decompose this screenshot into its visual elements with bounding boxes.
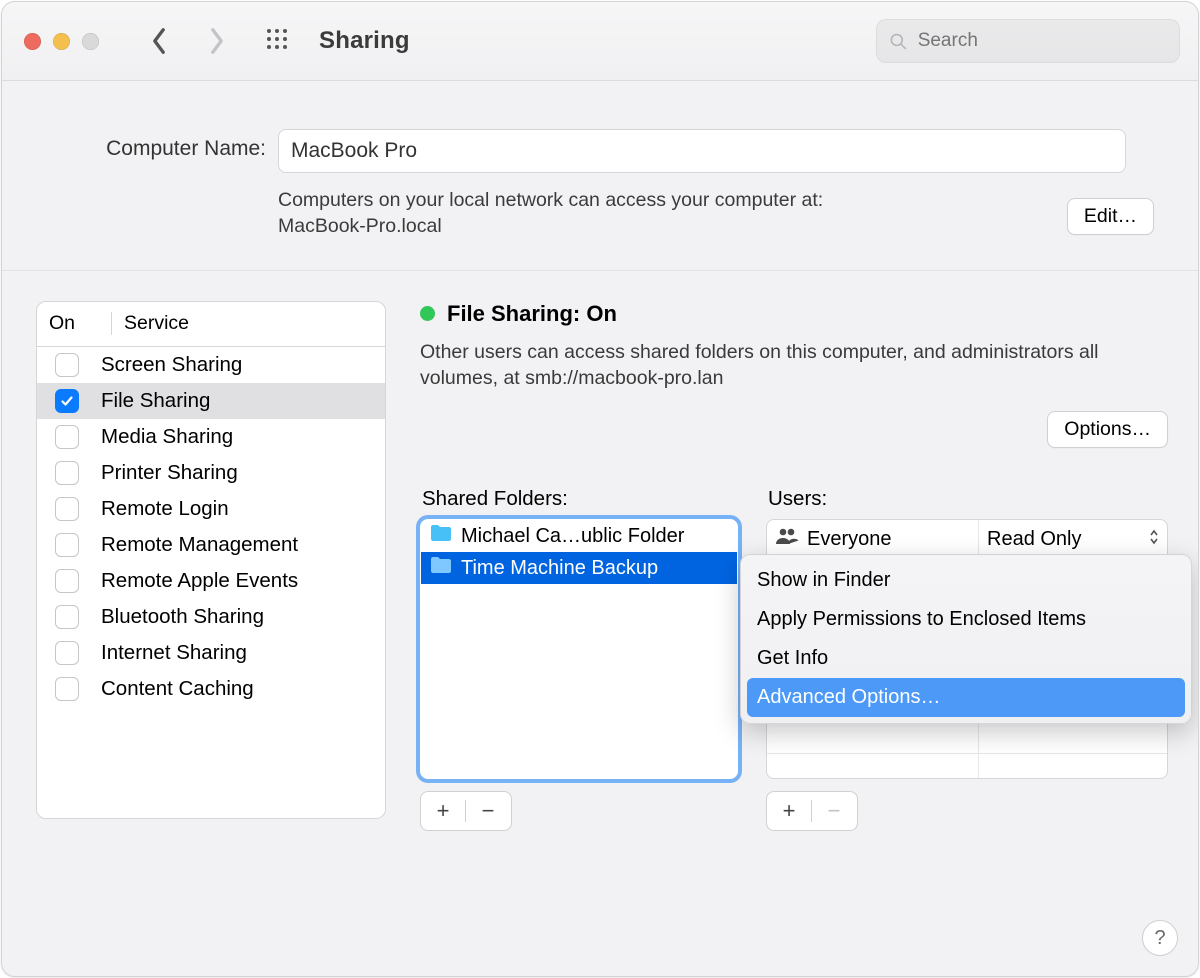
window-toolbar: Sharing: [2, 2, 1198, 81]
folder-icon: [429, 555, 453, 581]
search-input[interactable]: [916, 29, 1167, 53]
service-label: File Sharing: [101, 389, 210, 413]
services-col-service: Service: [112, 312, 189, 335]
user-permission-select[interactable]: Read Only: [978, 520, 1167, 558]
shared-folder-row[interactable]: Time Machine Backup: [421, 552, 737, 584]
context-menu-item[interactable]: Get Info: [747, 639, 1185, 678]
shared-folder-row[interactable]: Michael Ca…ublic Folder: [421, 520, 737, 552]
stepper-icon: [1149, 528, 1159, 551]
forward-button: [197, 27, 237, 55]
shared-folder-name: Time Machine Backup: [461, 557, 658, 580]
show-all-preferences-button[interactable]: [255, 27, 301, 56]
computer-name-label: Computer Name:: [34, 129, 266, 161]
service-row[interactable]: Printer Sharing: [37, 455, 385, 491]
add-user-button[interactable]: +: [767, 798, 811, 824]
service-row[interactable]: Screen Sharing: [37, 347, 385, 383]
search-field[interactable]: [876, 19, 1180, 63]
panel-title: Sharing: [319, 27, 410, 55]
service-label: Remote Apple Events: [101, 569, 298, 593]
chevron-right-icon: [208, 27, 226, 55]
status-indicator-icon: [420, 306, 435, 321]
services-header-row: On Service: [37, 302, 385, 347]
service-row[interactable]: Media Sharing: [37, 419, 385, 455]
context-menu-item[interactable]: Apply Permissions to Enclosed Items: [747, 600, 1185, 639]
service-label: Internet Sharing: [101, 641, 247, 665]
service-row[interactable]: Remote Management: [37, 527, 385, 563]
computer-name-input[interactable]: [278, 129, 1126, 173]
remove-shared-folder-button[interactable]: −: [466, 798, 510, 824]
service-toggle-checkbox[interactable]: [55, 461, 79, 485]
service-label: Content Caching: [101, 677, 254, 701]
shared-folders-add-remove: + −: [420, 791, 512, 831]
service-toggle-checkbox[interactable]: [55, 605, 79, 629]
service-row[interactable]: File Sharing: [37, 383, 385, 419]
shared-folders-listbox[interactable]: Michael Ca…ublic Folder Time Machine Back…: [420, 519, 738, 779]
service-label: Remote Management: [101, 533, 298, 557]
folder-context-menu[interactable]: Show in FinderApply Permissions to Enclo…: [740, 554, 1192, 724]
back-button[interactable]: [139, 27, 179, 55]
service-label: Remote Login: [101, 497, 229, 521]
service-label: Bluetooth Sharing: [101, 605, 264, 629]
file-sharing-status-description: Other users can access shared folders on…: [420, 339, 1140, 392]
service-row[interactable]: Remote Login: [37, 491, 385, 527]
context-menu-item[interactable]: Show in Finder: [747, 561, 1185, 600]
user-row-empty: [767, 754, 1167, 779]
service-toggle-checkbox[interactable]: [55, 677, 79, 701]
help-button[interactable]: ?: [1142, 920, 1178, 956]
service-label: Media Sharing: [101, 425, 233, 449]
window-controls: [24, 33, 99, 50]
service-row[interactable]: Bluetooth Sharing: [37, 599, 385, 635]
options-button[interactable]: Options…: [1047, 411, 1168, 448]
service-label: Printer Sharing: [101, 461, 238, 485]
edit-hostname-button[interactable]: Edit…: [1067, 198, 1154, 235]
close-window-button[interactable]: [24, 33, 41, 50]
shared-folders-header: Shared Folders:: [422, 487, 738, 511]
minimize-window-button[interactable]: [53, 33, 70, 50]
zoom-window-button: [82, 33, 99, 50]
shared-folder-name: Michael Ca…ublic Folder: [461, 525, 684, 548]
chevron-left-icon: [150, 27, 168, 55]
users-header: Users:: [768, 487, 1168, 511]
service-toggle-checkbox[interactable]: [55, 425, 79, 449]
service-row[interactable]: Remote Apple Events: [37, 563, 385, 599]
computer-name-description: Computers on your local network can acce…: [278, 187, 978, 240]
grid-icon: [265, 27, 289, 51]
computer-name-section: Computer Name: Computers on your local n…: [2, 81, 1198, 271]
service-toggle-checkbox[interactable]: [55, 389, 79, 413]
service-toggle-checkbox[interactable]: [55, 569, 79, 593]
user-permission-value: Read Only: [987, 528, 1082, 551]
users-add-remove: + −: [766, 791, 858, 831]
services-col-on: On: [37, 312, 112, 335]
file-sharing-status-title: File Sharing: On: [447, 301, 617, 327]
service-toggle-checkbox[interactable]: [55, 497, 79, 521]
shared-folders-column: Shared Folders: Michael Ca…ublic Folder T…: [420, 487, 738, 831]
remove-user-button: −: [812, 798, 856, 824]
service-label: Screen Sharing: [101, 353, 242, 377]
search-icon: [889, 31, 908, 52]
service-toggle-checkbox[interactable]: [55, 641, 79, 665]
service-row[interactable]: Internet Sharing: [37, 635, 385, 671]
add-shared-folder-button[interactable]: +: [421, 798, 465, 824]
services-list[interactable]: On Service Screen Sharing File Sharing Med…: [36, 301, 386, 819]
user-name: Everyone: [807, 528, 892, 551]
service-row[interactable]: Content Caching: [37, 671, 385, 707]
service-toggle-checkbox[interactable]: [55, 533, 79, 557]
sharing-preferences-window: Sharing Computer Name: Computers on your…: [1, 1, 1199, 977]
users-group-icon: [775, 527, 799, 551]
folder-icon: [429, 523, 453, 549]
context-menu-item[interactable]: Advanced Options…: [747, 678, 1185, 717]
service-toggle-checkbox[interactable]: [55, 353, 79, 377]
